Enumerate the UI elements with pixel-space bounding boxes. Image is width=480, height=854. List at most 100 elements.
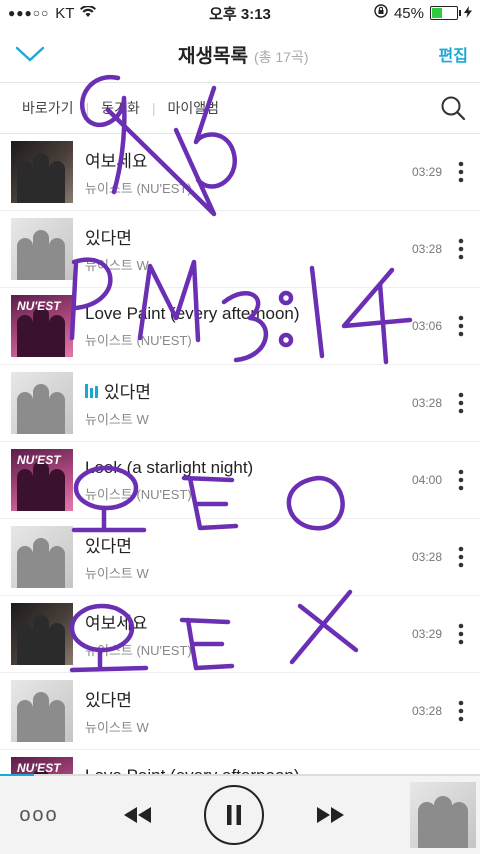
playback-progress[interactable] xyxy=(0,774,480,776)
song-row[interactable]: NU'EST Look (a starlight night) 뉴이스트 (NU… xyxy=(0,442,480,519)
song-row[interactable]: 있다면 뉴이스트 W 03:28 xyxy=(0,211,480,288)
song-info: 있다면 뉴이스트 W xyxy=(85,532,394,582)
song-more-button[interactable] xyxy=(442,614,480,654)
song-title: 여보세요 xyxy=(85,614,148,633)
carrier: KT xyxy=(55,4,75,22)
song-duration: 03:28 xyxy=(411,704,442,718)
tab-my-album[interactable]: 마이앨범 xyxy=(167,98,219,118)
more-vertical-icon xyxy=(458,623,464,645)
pause-button[interactable] xyxy=(204,785,264,845)
rotation-lock-icon xyxy=(374,4,388,22)
song-more-button[interactable] xyxy=(442,229,480,269)
song-info: Love Paint (every afternoon) 뉴이스트 (NU'ES… xyxy=(85,304,394,349)
artist-name: 뉴이스트 (NU'EST) xyxy=(85,332,192,348)
battery-icon xyxy=(430,6,461,20)
song-more-button[interactable] xyxy=(442,383,480,423)
song-row[interactable]: NU'EST Love Paint (every afternoon) 뉴이스트… xyxy=(0,750,480,776)
player-more-button[interactable]: ooo xyxy=(0,804,78,827)
artist-name: 뉴이스트 (NU'EST) xyxy=(85,486,192,502)
song-duration: 03:28 xyxy=(411,550,442,564)
more-vertical-icon xyxy=(458,161,464,183)
more-vertical-icon xyxy=(458,392,464,414)
page-title: 재생목록 xyxy=(178,45,248,67)
song-info: 있다면 뉴이스트 W xyxy=(85,378,394,428)
now-playing-cover[interactable] xyxy=(410,782,476,848)
status-bar: ●●●○○ KT 오후 3:13 45% xyxy=(0,0,480,26)
song-title: 있다면 xyxy=(85,229,132,248)
song-info: 있다면 뉴이스트 W xyxy=(85,686,394,736)
tab-divider: | xyxy=(85,100,90,116)
song-info: Look (a starlight night) 뉴이스트 (NU'EST) xyxy=(85,458,394,503)
song-title: 있다면 xyxy=(85,537,132,556)
fast-forward-icon xyxy=(317,807,344,823)
song-more-button[interactable] xyxy=(442,691,480,731)
more-vertical-icon xyxy=(458,238,464,260)
song-more-button[interactable] xyxy=(442,152,480,192)
edit-button[interactable]: 편집 xyxy=(439,42,468,66)
song-title: 있다면 xyxy=(104,383,151,402)
album-cover xyxy=(11,603,73,665)
more-vertical-icon xyxy=(458,315,464,337)
song-more-button[interactable] xyxy=(442,537,480,577)
album-cover xyxy=(11,526,73,588)
previous-button[interactable] xyxy=(122,806,152,824)
shortcut-bar: 바로가기 | 동기화 | 마이앨범 xyxy=(0,83,480,134)
song-title: Look (a starlight night) xyxy=(85,457,254,477)
battery-percent: 45% xyxy=(393,4,424,22)
song-more-button[interactable] xyxy=(442,460,480,500)
album-cover xyxy=(11,141,73,203)
album-cover: NU'EST xyxy=(11,449,73,511)
more-vertical-icon xyxy=(458,700,464,722)
charging-icon xyxy=(464,5,472,22)
search-button[interactable] xyxy=(440,95,466,121)
now-playing-icon xyxy=(85,383,98,398)
more-vertical-icon xyxy=(458,469,464,491)
album-cover xyxy=(11,680,73,742)
artist-name: 뉴이스트 W xyxy=(85,412,149,427)
song-row[interactable]: 있다면 뉴이스트 W 03:28 xyxy=(0,673,480,750)
song-row[interactable]: 있다면 뉴이스트 W 03:28 xyxy=(0,365,480,442)
signal-icon: ●●●○○ xyxy=(8,6,50,20)
song-info: 여보세요 뉴이스트 (NU'EST) xyxy=(85,609,394,659)
song-list: 여보세요 뉴이스트 (NU'EST) 03:29 있다면 뉴이스트 W 03:2… xyxy=(0,134,480,776)
song-info: 여보세요 뉴이스트 (NU'EST) xyxy=(85,147,394,197)
album-cover: NU'EST xyxy=(11,295,73,357)
rewind-icon xyxy=(124,807,151,823)
more-horizontal-icon: ooo xyxy=(19,803,59,826)
song-row[interactable]: 있다면 뉴이스트 W 03:28 xyxy=(0,519,480,596)
song-info: 있다면 뉴이스트 W xyxy=(85,224,394,274)
song-duration: 03:06 xyxy=(411,319,442,333)
artist-name: 뉴이스트 (NU'EST) xyxy=(85,181,192,196)
collapse-button[interactable] xyxy=(12,39,48,69)
pause-icon xyxy=(227,805,241,825)
song-row[interactable]: 여보세요 뉴이스트 (NU'EST) 03:29 xyxy=(0,596,480,673)
song-title: Love Paint (every afternoon) xyxy=(85,303,300,323)
artist-name: 뉴이스트 W xyxy=(85,720,149,735)
song-row[interactable]: 여보세요 뉴이스트 (NU'EST) 03:29 xyxy=(0,134,480,211)
mini-player: ooo xyxy=(0,774,480,854)
page-title-group: 재생목록 (총 17곡) xyxy=(178,41,308,68)
song-duration: 03:29 xyxy=(411,627,442,641)
song-title: 있다면 xyxy=(85,691,132,710)
artist-name: 뉴이스트 (NU'EST) xyxy=(85,643,192,658)
playlist-header: 재생목록 (총 17곡) 편집 xyxy=(0,26,480,83)
song-duration: 03:28 xyxy=(411,396,442,410)
album-cover xyxy=(11,218,73,280)
artist-name: 뉴이스트 W xyxy=(85,566,149,581)
song-duration: 03:29 xyxy=(411,165,442,179)
album-cover xyxy=(11,372,73,434)
chevron-down-icon xyxy=(15,46,45,62)
artist-name: 뉴이스트 W xyxy=(85,258,149,273)
song-more-button[interactable] xyxy=(442,306,480,346)
wifi-icon xyxy=(80,4,97,22)
tab-shortcuts[interactable]: 바로가기 xyxy=(22,98,74,118)
song-title: 여보세요 xyxy=(85,152,148,171)
song-duration: 03:28 xyxy=(411,242,442,256)
more-vertical-icon xyxy=(458,546,464,568)
next-button[interactable] xyxy=(316,806,346,824)
song-duration: 04:00 xyxy=(411,473,442,487)
tab-divider: | xyxy=(151,100,156,116)
song-count: (총 17곡) xyxy=(253,48,309,65)
song-row[interactable]: NU'EST Love Paint (every afternoon) 뉴이스트… xyxy=(0,288,480,365)
tab-sync[interactable]: 동기화 xyxy=(101,98,140,118)
